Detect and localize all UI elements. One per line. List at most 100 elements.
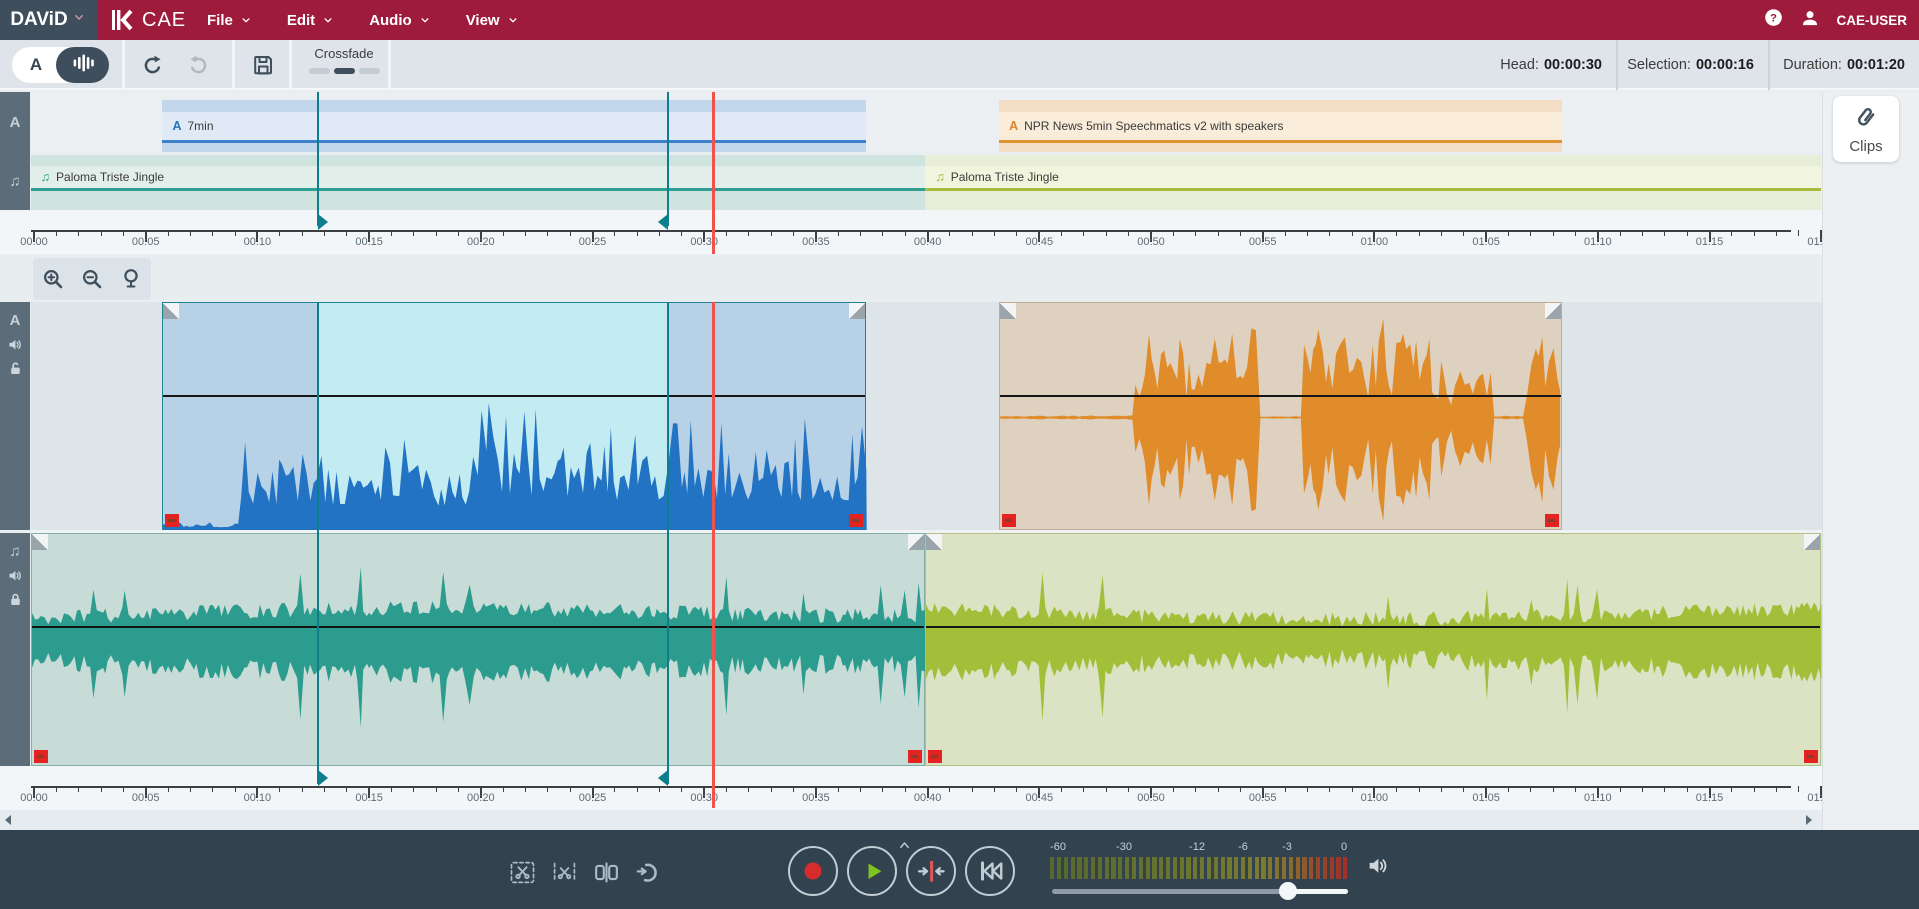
help-icon[interactable]: ? xyxy=(1763,7,1784,33)
gain-envelope-line[interactable] xyxy=(163,395,865,397)
gain-envelope-line[interactable] xyxy=(32,626,925,628)
text-mode-button[interactable]: A xyxy=(12,47,60,83)
menu-edit[interactable]: Edit xyxy=(287,12,335,29)
brand-logo[interactable]: DAViD xyxy=(0,0,97,40)
fade-in-handle[interactable] xyxy=(1000,303,1016,319)
clip-type-icon: ♫ xyxy=(41,170,50,184)
save-button[interactable] xyxy=(251,53,275,82)
selection-start-marker[interactable] xyxy=(318,770,328,786)
menu-view[interactable]: View xyxy=(466,12,520,29)
fade-out-handle[interactable] xyxy=(1545,303,1561,319)
overview-ruler[interactable]: 00:0000:0500:1000:1500:2000:2500:3000:35… xyxy=(0,210,1822,254)
cut-selection-button[interactable] xyxy=(505,855,539,889)
ruler-tick xyxy=(190,786,191,792)
redo-button[interactable] xyxy=(186,53,210,82)
gain-envelope-line[interactable] xyxy=(926,626,1820,628)
horizontal-scrollbar[interactable] xyxy=(0,810,1822,830)
locate-playhead-button[interactable] xyxy=(906,846,956,896)
main-ruler[interactable]: 00:0000:0500:1000:1500:2000:2500:3000:35… xyxy=(0,766,1822,810)
ruler-tick xyxy=(302,230,303,236)
chevron-down-icon xyxy=(239,13,253,27)
crossfade-bar[interactable] xyxy=(334,68,355,74)
ruler-tick xyxy=(1776,786,1777,792)
clip-start-marker[interactable] xyxy=(34,750,48,763)
caret-up-icon[interactable] xyxy=(897,838,912,853)
menu-audio[interactable]: Audio xyxy=(369,12,432,29)
overview-clip[interactable]: ♫Paloma Triste Jingle xyxy=(31,155,925,210)
ruler-tick xyxy=(525,786,526,792)
fade-in-handle[interactable] xyxy=(163,303,179,319)
clip-end-marker[interactable] xyxy=(1545,514,1559,527)
question-icon[interactable]: ? xyxy=(1763,7,1784,28)
audio-clip[interactable] xyxy=(162,302,866,530)
selection-start-line[interactable] xyxy=(317,302,319,784)
fade-out-handle[interactable] xyxy=(1804,534,1820,550)
audio-clip[interactable] xyxy=(925,533,1821,766)
save-icon[interactable] xyxy=(251,53,275,77)
clip-start-marker[interactable] xyxy=(165,514,179,527)
volume-thumb[interactable] xyxy=(1279,882,1297,900)
speaker-icon[interactable] xyxy=(1366,853,1391,878)
revert-button[interactable] xyxy=(631,855,665,889)
meter-segment xyxy=(1316,857,1320,879)
skip-to-start-button[interactable] xyxy=(965,846,1015,896)
ruler-tick xyxy=(1642,230,1643,236)
clip-label-band xyxy=(31,166,925,188)
overview-clip[interactable]: A7min xyxy=(162,100,866,152)
clips-panel-button[interactable]: Clips xyxy=(1833,96,1899,162)
volume-fill xyxy=(1288,889,1348,894)
scroll-left-icon[interactable] xyxy=(5,815,11,825)
selection-end-line-overview[interactable] xyxy=(667,92,669,226)
zoom-selection-button[interactable] xyxy=(119,267,143,291)
clip-end-marker[interactable] xyxy=(849,514,863,527)
selection-start-marker[interactable] xyxy=(318,214,328,230)
speaker-icon[interactable] xyxy=(7,336,24,353)
fade-out-handle[interactable] xyxy=(849,303,865,319)
chevron-down-icon xyxy=(321,13,335,27)
audio-clip[interactable] xyxy=(31,533,925,766)
meter-segment xyxy=(1296,857,1300,879)
clip-end-marker[interactable] xyxy=(908,750,922,763)
overview-clip[interactable]: ANPR News 5min Speechmatics v2 with spea… xyxy=(999,100,1562,152)
fade-in-handle[interactable] xyxy=(32,534,48,550)
user-icon[interactable] xyxy=(1800,8,1820,33)
selection-start-line-overview[interactable] xyxy=(317,92,319,226)
gain-envelope-line[interactable] xyxy=(1000,395,1561,397)
clip-end-marker[interactable] xyxy=(1804,750,1818,763)
undo-button[interactable] xyxy=(141,53,165,82)
cae-logo-icon xyxy=(110,8,134,37)
menu-file[interactable]: File xyxy=(207,12,253,29)
crossfade-control[interactable]: Crossfade xyxy=(300,46,388,74)
playhead-overview[interactable] xyxy=(712,92,715,254)
playhead[interactable] xyxy=(712,302,715,808)
selection-end-line[interactable] xyxy=(667,302,669,784)
speaker-icon[interactable] xyxy=(1366,853,1391,883)
crossfade-bar[interactable] xyxy=(309,68,330,74)
fade-in-handle[interactable] xyxy=(926,534,942,550)
play-icon xyxy=(857,856,887,886)
speaker-icon[interactable] xyxy=(7,567,24,584)
crossfade-bar[interactable] xyxy=(359,68,380,74)
zoom-bar xyxy=(0,254,1822,302)
lock-closed-icon[interactable] xyxy=(7,591,24,608)
volume-slider[interactable] xyxy=(1052,889,1348,894)
play-options-caret-icon[interactable] xyxy=(897,838,912,858)
waveform-mode-button[interactable] xyxy=(56,47,109,83)
meter-segment xyxy=(1186,857,1190,879)
person-icon[interactable] xyxy=(1800,8,1820,28)
scroll-right-icon[interactable] xyxy=(1806,815,1812,825)
audio-clip[interactable] xyxy=(999,302,1562,530)
clip-start-marker[interactable] xyxy=(1002,514,1016,527)
lock-open-icon[interactable] xyxy=(7,360,24,377)
clip-start-marker[interactable] xyxy=(928,750,942,763)
zoom-out-button[interactable] xyxy=(80,267,104,291)
cut-at-marks-button[interactable] xyxy=(547,855,581,889)
zoom-in-button[interactable] xyxy=(41,267,65,291)
fade-out-handle[interactable] xyxy=(908,534,924,550)
undo-icon[interactable] xyxy=(141,53,165,77)
play-button[interactable] xyxy=(847,846,897,896)
undo-icon[interactable] xyxy=(186,53,210,77)
split-button[interactable] xyxy=(589,855,623,889)
overview-clip[interactable]: ♫Paloma Triste Jingle xyxy=(925,155,1821,210)
record-button[interactable] xyxy=(788,846,838,896)
